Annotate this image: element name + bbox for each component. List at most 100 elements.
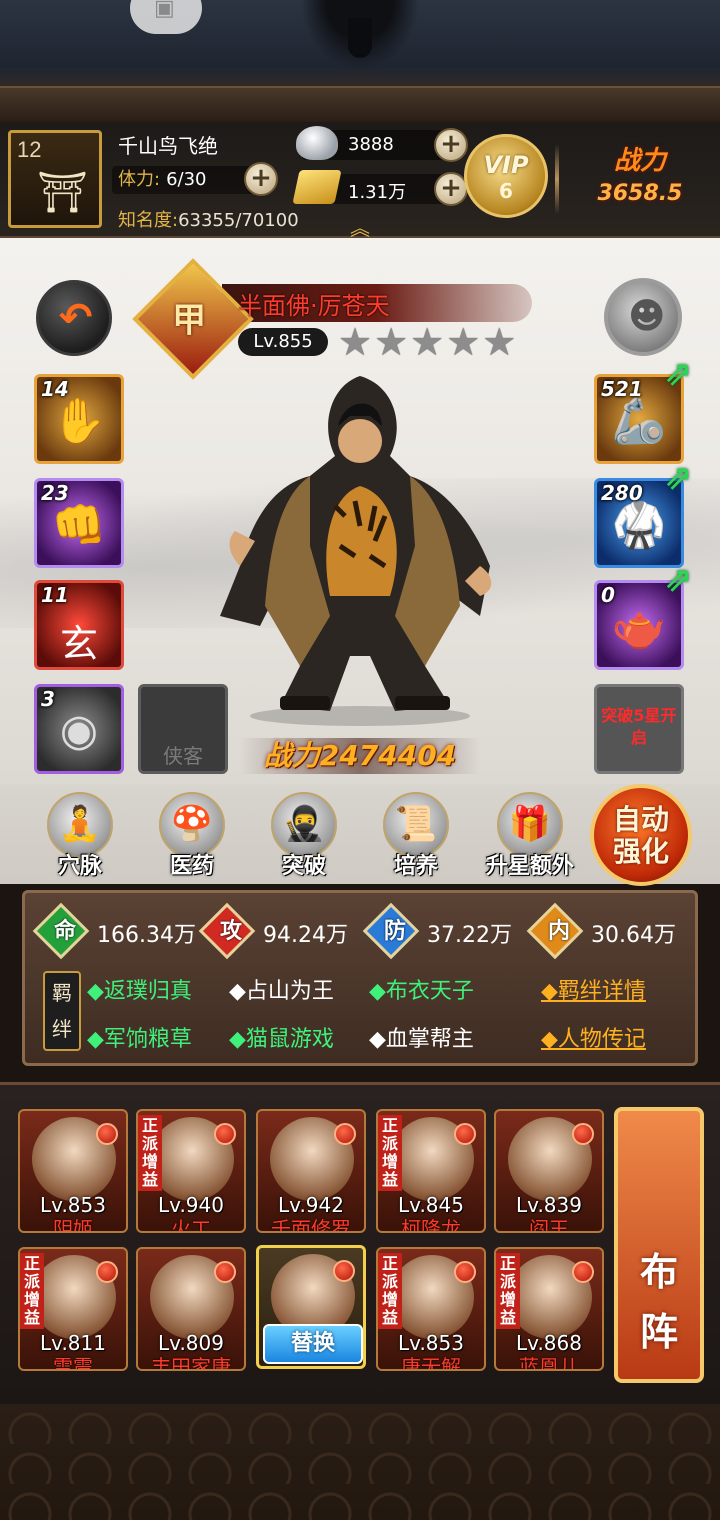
attr-gem-label: 内 bbox=[547, 919, 570, 944]
red-dot-icon bbox=[96, 1123, 118, 1145]
action-star-extra-button[interactable]: 🎁 升星额外 bbox=[478, 792, 582, 882]
attr-gem-label: 攻 bbox=[219, 919, 242, 944]
roster-card[interactable]: Lv.942 千面修罗 bbox=[256, 1109, 366, 1233]
replace-button[interactable]: 替换 bbox=[263, 1324, 363, 1364]
righteous-buff-tag: 正派增益 bbox=[20, 1253, 44, 1329]
roster-card[interactable]: Lv.809 丰田家康 bbox=[136, 1247, 246, 1371]
roster-card[interactable]: 正派增益 Lv.868 蓝凰儿 bbox=[494, 1247, 604, 1371]
bond-item[interactable]: ◆占山为王 bbox=[229, 973, 334, 1005]
attribute-row: 命 166.34万 攻 94.24万 防 37.22万 内 30.64万 bbox=[31, 899, 691, 961]
formation-line1: 布 bbox=[639, 1250, 678, 1294]
attr-value: 166.34万 bbox=[97, 923, 196, 948]
gauntlet-icon: 🦾 bbox=[611, 396, 667, 447]
red-dot-icon bbox=[454, 1123, 476, 1145]
robe-icon: 🥋 bbox=[611, 500, 667, 551]
bond-detail-link[interactable]: ◆羁绊详情 bbox=[541, 973, 646, 1005]
roster-name: 柯降龙 bbox=[401, 1217, 461, 1233]
formation-line2: 阵 bbox=[639, 1310, 678, 1354]
vip-label: VIP bbox=[483, 151, 529, 179]
roster-card[interactable]: Lv.839 阎王 bbox=[494, 1109, 604, 1233]
bond-area: 羁绊 ◆返璞归真 ◆占山为王 ◆布衣天子 ◆军饷粮草 ◆猫鼠游戏 ◆血掌帮主 ◆… bbox=[43, 967, 683, 1057]
add-stamina-button[interactable]: + bbox=[244, 162, 278, 196]
bond-item[interactable]: ◆布衣天子 bbox=[369, 973, 474, 1005]
auto-strengthen-button[interactable]: 自动 强化 bbox=[590, 784, 692, 886]
stamina-row: 体力: 6/30 bbox=[112, 166, 262, 194]
auto-strengthen-line2: 强化 bbox=[612, 835, 669, 868]
roster-name: 雷震 bbox=[53, 1355, 93, 1371]
attribute-panel: 命 166.34万 攻 94.24万 防 37.22万 内 30.64万 羁绊 … bbox=[22, 890, 698, 1066]
roster-name: 火工 bbox=[171, 1217, 211, 1233]
hero-profile-button[interactable]: ☻ bbox=[604, 278, 682, 356]
red-dot-icon bbox=[334, 1123, 356, 1145]
auto-strengthen-line1: 自动 bbox=[612, 803, 669, 836]
red-dot-icon bbox=[214, 1261, 236, 1283]
expand-chevron-icon[interactable]: ︽ bbox=[350, 212, 370, 241]
divider-ornament bbox=[555, 144, 559, 214]
equip-slot-count: 0 bbox=[601, 583, 615, 607]
roster-card[interactable]: 正派增益 Lv.853 唐无解 bbox=[376, 1247, 486, 1371]
roster-card[interactable]: 正派增益 Lv.940 火工 bbox=[136, 1109, 246, 1233]
roster-card-selected[interactable]: 替换 bbox=[256, 1245, 366, 1369]
back-button[interactable]: ↶ bbox=[36, 280, 112, 356]
red-dot-icon bbox=[454, 1261, 476, 1283]
total-power[interactable]: 战力 3658.5 bbox=[570, 140, 710, 206]
gold-value: 1.31万 bbox=[348, 182, 407, 203]
puzzle-button[interactable] bbox=[130, 0, 202, 34]
player-level: 12 bbox=[17, 137, 42, 162]
roster-card[interactable]: 正派增益 Lv.811 雷震 bbox=[18, 1247, 128, 1371]
attr-value: 30.64万 bbox=[591, 923, 676, 948]
skill-slot-2[interactable]: 👊 23 bbox=[34, 478, 124, 568]
action-label: 穴脉 bbox=[57, 854, 102, 879]
gold-bar-icon bbox=[292, 170, 342, 204]
skill-slot-count: 14 bbox=[41, 377, 69, 401]
hero-name: 半面佛·厉苍天 bbox=[238, 292, 390, 320]
action-medicine-button[interactable]: 🍄 医药 bbox=[142, 792, 242, 882]
token-skill-icon: ◉ bbox=[59, 705, 99, 756]
formation-button[interactable]: 布 阵 bbox=[614, 1107, 704, 1383]
vip-badge[interactable]: VIP 6 bbox=[464, 134, 548, 218]
equip-slot-count: 521 bbox=[601, 377, 643, 401]
roof-header bbox=[0, 0, 720, 122]
locked-equip-slot[interactable]: 突破5星开启 bbox=[594, 684, 684, 774]
action-train-button[interactable]: 📜 培养 bbox=[366, 792, 466, 882]
hero-roster: Lv.853 阴姬 正派增益 Lv.940 火工 Lv.942 千面修罗 正派增… bbox=[0, 1082, 720, 1404]
hero-stars: ★★★★★ bbox=[338, 320, 519, 364]
attr-gem-label: 防 bbox=[383, 919, 406, 944]
hero-bio-link[interactable]: ◆人物传记 bbox=[541, 1021, 646, 1053]
attr-value: 37.22万 bbox=[427, 923, 512, 948]
bond-item[interactable]: ◆军饷粮草 bbox=[87, 1021, 192, 1053]
gold-row: 1.31万 bbox=[292, 170, 452, 204]
skill-slot-4[interactable]: ◉ 3 bbox=[34, 684, 124, 774]
fame-row: 知名度:63355/70100 bbox=[118, 206, 299, 232]
righteous-buff-tag: 正派增益 bbox=[496, 1253, 520, 1329]
helper-slot-caption: 侠客 bbox=[163, 744, 203, 768]
palm-skill-icon: ✋ bbox=[51, 396, 107, 447]
stamina-label: 体力: bbox=[118, 169, 161, 190]
upgrade-arrow-icon: ⇗ bbox=[664, 458, 693, 498]
action-breakthrough-button[interactable]: 🥷 突破 bbox=[254, 792, 354, 882]
mystic-skill-icon: 玄 bbox=[59, 622, 98, 666]
bond-item[interactable]: ◆猫鼠游戏 bbox=[229, 1021, 334, 1053]
upgrade-arrow-icon: ⇗ bbox=[664, 560, 693, 600]
bond-item[interactable]: ◆返璞归真 bbox=[87, 973, 192, 1005]
total-power-value: 3658.5 bbox=[597, 181, 683, 206]
add-silver-button[interactable]: + bbox=[434, 128, 468, 162]
skill-slot-1[interactable]: ✋ 14 bbox=[34, 374, 124, 464]
action-meridian-button[interactable]: 🧘 穴脉 bbox=[30, 792, 130, 882]
add-gold-button[interactable]: + bbox=[434, 172, 468, 206]
hero-power-banner: 战力2474404 bbox=[240, 738, 480, 774]
player-avatar[interactable]: 12 ⛩ bbox=[8, 130, 102, 228]
hero-panel: ↶ ☻ 甲 半面佛·厉苍天 Lv.855 ★★★★★ ✋ 14 👊 23 玄 1… bbox=[0, 238, 720, 784]
silver-row: 3888 bbox=[296, 126, 452, 160]
action-label: 升星额外 bbox=[485, 854, 574, 879]
red-dot-icon bbox=[572, 1123, 594, 1145]
skill-slot-3[interactable]: 玄 11 bbox=[34, 580, 124, 670]
equip-slot-count: 280 bbox=[601, 481, 643, 505]
skill-slot-count: 11 bbox=[41, 583, 69, 607]
player-info-bar: 12 ⛩ 千山鸟飞绝 体力: 6/30 + 知名度:63355/70100 388… bbox=[0, 122, 720, 241]
roof-ornament bbox=[300, 0, 420, 70]
roster-card[interactable]: Lv.853 阴姬 bbox=[18, 1109, 128, 1233]
roster-card[interactable]: 正派增益 Lv.845 柯降龙 bbox=[376, 1109, 486, 1233]
statue-icon: ☻ bbox=[628, 296, 666, 337]
bond-item[interactable]: ◆血掌帮主 bbox=[369, 1021, 474, 1053]
